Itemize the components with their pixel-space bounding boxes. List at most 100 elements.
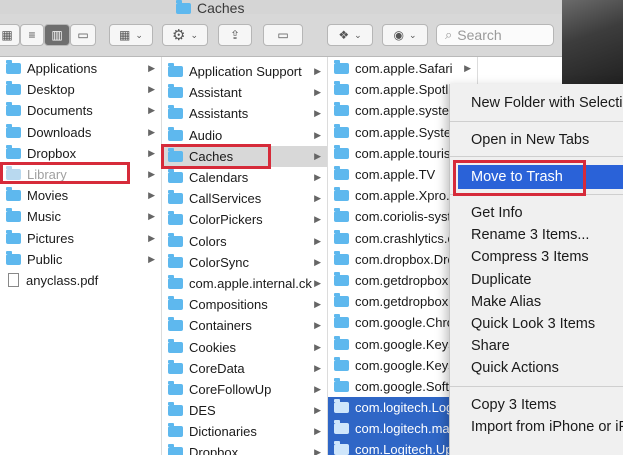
chevron-right-icon: ▶ bbox=[314, 193, 321, 204]
menu-item-move-to-trash[interactable]: Move to Trash bbox=[458, 165, 623, 189]
col2-item-corefollowup[interactable]: CoreFollowUp ▶ bbox=[162, 379, 327, 400]
gallery-view-button[interactable]: ▭ bbox=[70, 24, 96, 46]
col1-item-library[interactable]: Library ▶ bbox=[0, 164, 161, 185]
toolbar: ▦ ≡ ▥ ▭ ▦ ⌄ ⚙ ⌄ ⇪ ▭ ❖ ⌄ ◉ ⌄ ⌕ Search bbox=[0, 14, 623, 57]
chevron-right-icon: ▶ bbox=[148, 253, 155, 264]
icon-view-button[interactable]: ▦ bbox=[0, 24, 20, 46]
col2-item-des[interactable]: DES ▶ bbox=[162, 400, 327, 421]
col2-item-colors[interactable]: Colors ▶ bbox=[162, 231, 327, 252]
chevron-down-icon: ⌄ bbox=[190, 29, 198, 40]
menu-item-rename[interactable]: Rename 3 Items... bbox=[471, 227, 589, 243]
item-label: com.apple.tourist bbox=[355, 145, 454, 161]
share-button[interactable]: ⇪ bbox=[218, 24, 252, 46]
col1-item-dropbox[interactable]: Dropbox ▶ bbox=[0, 143, 161, 164]
folder-icon bbox=[334, 377, 349, 392]
col1-item-music[interactable]: Music ▶ bbox=[0, 206, 161, 227]
col2-item-callservices[interactable]: CallServices ▶ bbox=[162, 188, 327, 209]
item-label: Containers bbox=[189, 318, 252, 334]
menu-item-new-folder[interactable]: New Folder with Selecti bbox=[471, 95, 623, 111]
dropbox-button[interactable]: ❖ ⌄ bbox=[327, 24, 373, 46]
chevron-right-icon: ▶ bbox=[148, 147, 155, 158]
item-label: com.google.Keys bbox=[355, 336, 455, 352]
menu-item-duplicate[interactable]: Duplicate bbox=[471, 272, 531, 288]
col2-item-cookies[interactable]: Cookies ▶ bbox=[162, 336, 327, 357]
item-label: Downloads bbox=[27, 124, 92, 140]
col2-item-assistants[interactable]: Assistants ▶ bbox=[162, 103, 327, 124]
search-placeholder: Search bbox=[457, 27, 502, 43]
tags-button[interactable]: ▭ bbox=[263, 24, 303, 46]
menu-item-import-iphone[interactable]: Import from iPhone or iP bbox=[471, 419, 623, 435]
menu-item-make-alias[interactable]: Make Alias bbox=[471, 294, 541, 310]
list-view-button[interactable]: ≡ bbox=[20, 24, 44, 46]
folder-icon bbox=[168, 338, 183, 353]
folder-icon bbox=[6, 123, 21, 138]
item-label: com.crashlytics.c bbox=[355, 230, 454, 246]
item-label: Library bbox=[27, 167, 67, 183]
menu-item-compress[interactable]: Compress 3 Items bbox=[471, 249, 589, 265]
col2-item-colorsync[interactable]: ColorSync ▶ bbox=[162, 252, 327, 273]
col1-item-desktop[interactable]: Desktop ▶ bbox=[0, 79, 161, 100]
col1-item-movies[interactable]: Movies ▶ bbox=[0, 185, 161, 206]
col2-item-containers[interactable]: Containers ▶ bbox=[162, 315, 327, 336]
col3-item-com-apple-safari[interactable]: com.apple.Safari ▶ bbox=[328, 58, 477, 79]
chevron-right-icon: ▶ bbox=[148, 211, 155, 222]
col1-item-pictures[interactable]: Pictures ▶ bbox=[0, 228, 161, 249]
group-button[interactable]: ▦ ⌄ bbox=[109, 24, 153, 46]
context-menu: New Folder with Selecti Open in New Tabs… bbox=[449, 84, 623, 455]
search-field[interactable]: ⌕ Search bbox=[436, 24, 554, 46]
folder-icon bbox=[176, 0, 191, 14]
folder-icon bbox=[6, 208, 21, 223]
col2-item-audio[interactable]: Audio ▶ bbox=[162, 125, 327, 146]
chevron-right-icon: ▶ bbox=[314, 235, 321, 246]
menu-item-copy[interactable]: Copy 3 Items bbox=[471, 397, 556, 413]
folder-icon bbox=[6, 144, 21, 159]
chevron-right-icon: ▶ bbox=[314, 214, 321, 225]
chevron-right-icon: ▶ bbox=[314, 299, 321, 310]
chevron-right-icon: ▶ bbox=[148, 190, 155, 201]
folder-icon bbox=[6, 81, 21, 96]
col1-item-applications[interactable]: Applications ▶ bbox=[0, 58, 161, 79]
col1-item-documents[interactable]: Documents ▶ bbox=[0, 100, 161, 121]
gear-icon: ⚙ bbox=[172, 27, 186, 44]
folder-icon bbox=[168, 317, 183, 332]
item-label: com.logitech.mar bbox=[355, 421, 454, 437]
col2-item-application-support[interactable]: Application Support ▶ bbox=[162, 61, 327, 82]
col2-item-caches[interactable]: Caches ▶ bbox=[162, 145, 327, 167]
col2-item-dropbox[interactable]: Dropbox ▶ bbox=[162, 442, 327, 455]
col2-item-colorpickers[interactable]: ColorPickers ▶ bbox=[162, 209, 327, 230]
column-view-button[interactable]: ▥ bbox=[44, 24, 70, 46]
col2-item-assistant[interactable]: Assistant ▶ bbox=[162, 82, 327, 103]
chevron-right-icon: ▶ bbox=[314, 362, 321, 373]
item-label: CoreData bbox=[189, 360, 245, 376]
col1-item-anyclass-pdf[interactable]: anyclass.pdf bbox=[0, 270, 161, 291]
folder-icon bbox=[334, 250, 349, 265]
menu-item-share[interactable]: Share bbox=[471, 338, 510, 354]
group-icon: ▦ bbox=[119, 28, 131, 42]
item-label: anyclass.pdf bbox=[26, 272, 99, 288]
col1-item-downloads[interactable]: Downloads ▶ bbox=[0, 122, 161, 143]
item-label: Applications bbox=[27, 61, 98, 77]
item-label: Dropbox bbox=[27, 145, 77, 161]
menu-item-open-tabs[interactable]: Open in New Tabs bbox=[471, 132, 589, 148]
col2-item-com-apple-internal-ck[interactable]: com.apple.internal.ck ▶ bbox=[162, 273, 327, 294]
item-label: Assistants bbox=[189, 106, 249, 122]
item-label: com.Logitech.Up bbox=[355, 442, 453, 455]
action-button[interactable]: ⚙ ⌄ bbox=[162, 24, 208, 46]
col2-item-calendars[interactable]: Calendars ▶ bbox=[162, 167, 327, 188]
chevron-right-icon: ▶ bbox=[314, 256, 321, 267]
menu-item-quick-look[interactable]: Quick Look 3 Items bbox=[471, 316, 595, 332]
col2-item-compositions[interactable]: Compositions ▶ bbox=[162, 294, 327, 315]
item-label: Public bbox=[27, 251, 63, 267]
item-label: Dictionaries bbox=[189, 424, 257, 440]
menu-item-quick-actions[interactable]: Quick Actions bbox=[471, 360, 559, 376]
menu-item-get-info[interactable]: Get Info bbox=[471, 205, 523, 221]
eye-button[interactable]: ◉ ⌄ bbox=[382, 24, 428, 46]
chevron-right-icon: ▶ bbox=[314, 150, 321, 161]
item-label: com.logitech.Log bbox=[355, 400, 454, 416]
folder-icon bbox=[168, 253, 183, 268]
col2-item-coredata[interactable]: CoreData ▶ bbox=[162, 358, 327, 379]
chevron-right-icon: ▶ bbox=[314, 447, 321, 455]
col1-item-public[interactable]: Public ▶ bbox=[0, 249, 161, 270]
col2-item-dictionaries[interactable]: Dictionaries ▶ bbox=[162, 421, 327, 442]
item-label: Documents bbox=[27, 103, 93, 119]
